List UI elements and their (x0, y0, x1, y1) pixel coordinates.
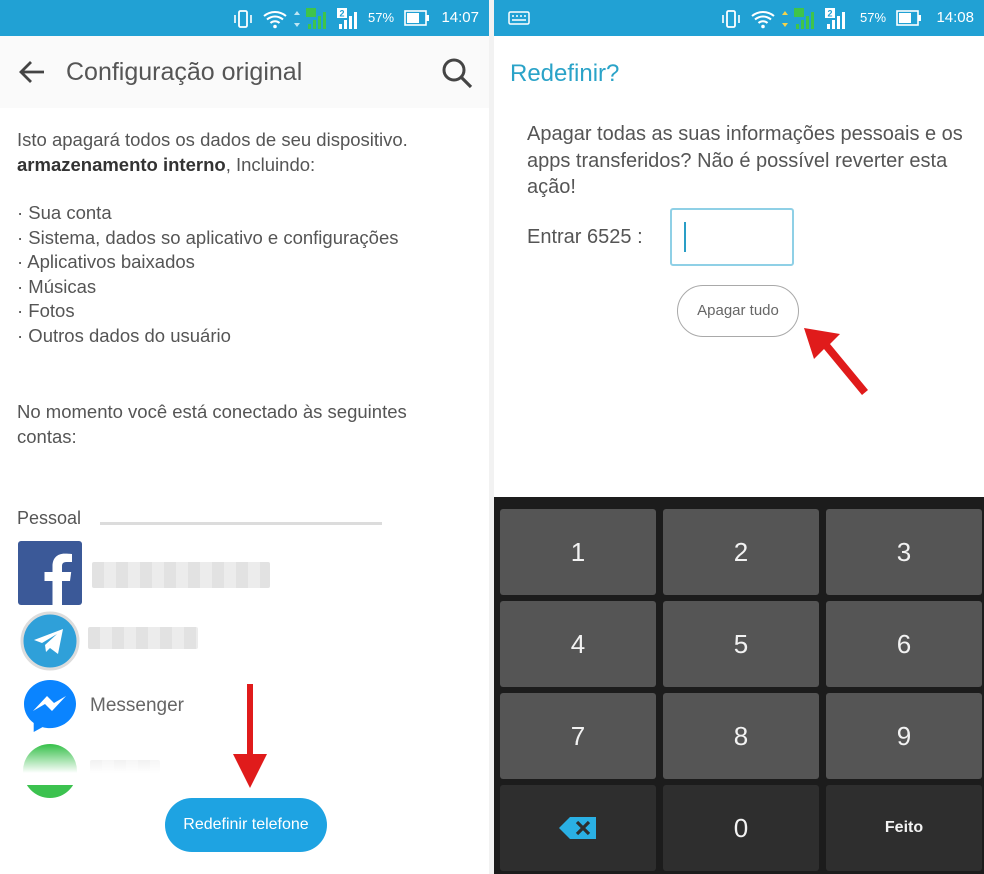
wifi-icon (263, 11, 287, 29)
data-arrows-icon (782, 11, 788, 27)
telegram-icon[interactable] (20, 611, 80, 671)
battery-icon (404, 10, 429, 26)
connected-text: No momento você está conectado às seguin… (17, 400, 407, 449)
key-1[interactable]: 1 (500, 509, 656, 595)
text-caret (684, 222, 686, 252)
wifi-icon (751, 11, 775, 29)
key-backspace[interactable] (500, 785, 656, 871)
intro-bold: armazenamento interno (17, 153, 226, 175)
confirm-code-input[interactable] (670, 208, 794, 266)
key-3[interactable]: 3 (826, 509, 982, 595)
red-arrow-up-left-icon (804, 328, 868, 395)
signal-2-icon: 2 (825, 8, 845, 29)
keyboard-icon (508, 11, 530, 25)
backspace-icon (559, 817, 596, 839)
connected-line: No momento você está conectado às seguin… (17, 401, 407, 422)
intro-text: Isto apagará todos os dados de seu dispo… (17, 128, 408, 177)
svg-text:2: 2 (828, 9, 833, 19)
erase-list: · Sua conta · Sistema, dados so aplicati… (17, 201, 399, 348)
red-arrow-down-icon (233, 684, 267, 788)
facebook-icon[interactable] (18, 541, 82, 605)
battery-icon (896, 10, 921, 26)
connected-line: contas: (17, 425, 77, 447)
key-9[interactable]: 9 (826, 693, 982, 779)
erase-all-button[interactable]: Apagar tudo (677, 285, 799, 337)
status-bar: 2 57% 14:08 (494, 0, 984, 36)
app-bar: Configuração original (0, 36, 489, 108)
clock: 14:08 (936, 9, 974, 26)
key-5[interactable]: 5 (663, 601, 819, 687)
blurred-account-name (92, 562, 270, 588)
reset-phone-button[interactable]: Redefinir telefone (165, 798, 327, 852)
key-6[interactable]: 6 (826, 601, 982, 687)
messenger-icon[interactable] (20, 676, 80, 736)
key-0[interactable]: 0 (663, 785, 819, 871)
section-divider (100, 522, 382, 525)
key-4[interactable]: 4 (500, 601, 656, 687)
battery-percent: 57% (860, 10, 887, 25)
svg-text:2: 2 (340, 9, 345, 19)
numeric-keypad: 1 2 3 4 5 6 7 8 9 0 Feito (494, 497, 984, 874)
clock: 14:07 (441, 9, 479, 26)
reset-settings-screen: 2 57% 14:07 Configuração original Isto a… (0, 0, 489, 874)
reset-confirm-screen: 2 57% 14:08 Redefinir? Apagar todas as s… (494, 0, 984, 874)
intro-line: Isto apagará todos os dados de seu dispo… (17, 129, 408, 150)
dialog-title: Redefinir? (510, 60, 620, 87)
signal-1-icon (794, 8, 814, 29)
intro-rest: , Incluindo: (225, 153, 316, 175)
key-8[interactable]: 8 (663, 693, 819, 779)
list-item: · Sistema, dados so aplicativo e configu… (17, 226, 399, 248)
signal-2-icon: 2 (337, 8, 357, 29)
section-header-personal: Pessoal (17, 508, 82, 528)
page-title: Configuração original (66, 58, 303, 86)
list-item: · Músicas (17, 275, 97, 297)
vibrate-icon (234, 10, 252, 28)
dialog-message: Apagar todas as suas informações pessoai… (527, 123, 963, 198)
signal-1-icon (306, 8, 326, 29)
back-arrow-icon[interactable] (16, 56, 48, 88)
confirm-code-label: Entrar 6525 : (527, 226, 643, 248)
battery-percent: 57% (368, 10, 395, 25)
key-2[interactable]: 2 (663, 509, 819, 595)
blurred-account-name (88, 627, 198, 649)
search-icon[interactable] (440, 56, 474, 90)
account-name-messenger: Messenger (90, 695, 184, 716)
list-item: · Aplicativos baixados (17, 251, 195, 272)
data-arrows-icon (294, 11, 300, 27)
key-7[interactable]: 7 (500, 693, 656, 779)
status-bar: 2 57% 14:07 (0, 0, 489, 36)
list-item: · Outros dados do usuário (17, 324, 231, 346)
list-item: · Fotos (17, 300, 75, 321)
done-key[interactable]: Feito (826, 785, 982, 871)
vibrate-icon (722, 10, 740, 28)
list-item: · Sua conta (17, 202, 112, 223)
